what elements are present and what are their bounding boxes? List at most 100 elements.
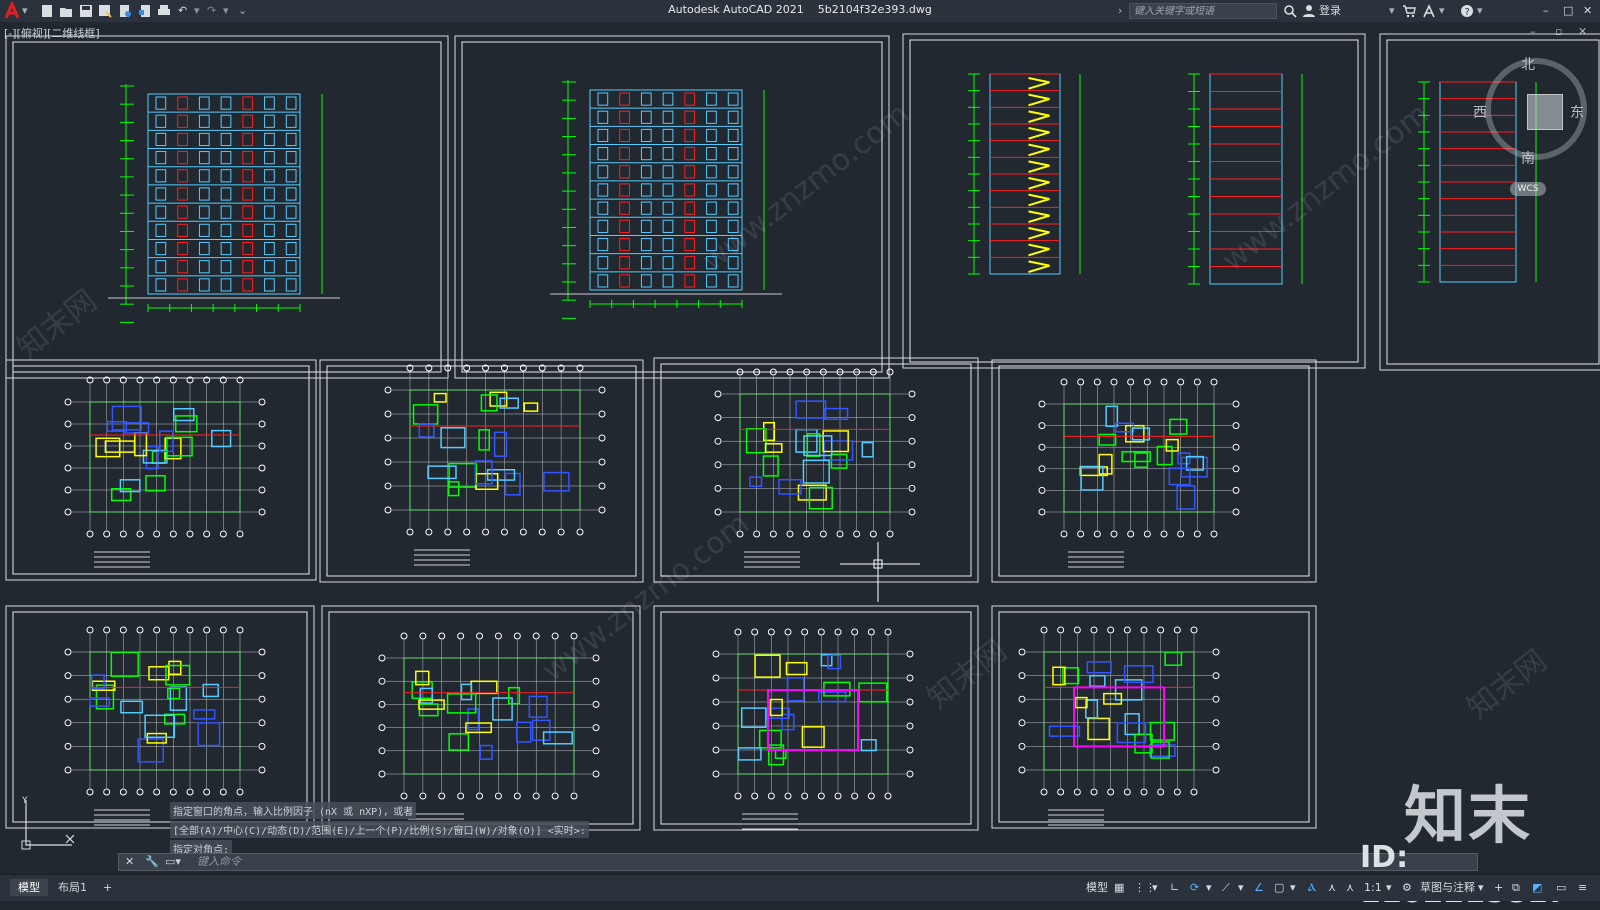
viewport-control[interactable]: [-][俯视][二维线框]	[4, 25, 100, 41]
customize-toolbar-icon[interactable]: ⌄	[238, 3, 247, 19]
annotation-visibility-icon[interactable]: Ⲁ	[1308, 880, 1316, 896]
drawing-canvas[interactable]	[0, 22, 1600, 854]
tab-model[interactable]: 模型	[10, 879, 48, 896]
save-web-icon[interactable]	[138, 4, 152, 18]
workspace-dropdown-icon[interactable]: ▾	[1478, 880, 1484, 896]
autocad-logo-icon[interactable]	[3, 0, 21, 19]
plan-outline	[89, 651, 241, 771]
minimize-icon[interactable]: –	[1543, 3, 1549, 19]
object-snap-tracking-icon[interactable]: ∠	[1254, 880, 1264, 896]
viewport-minimize-icon[interactable]: –	[1530, 24, 1536, 40]
window	[619, 110, 630, 124]
search-input[interactable]: 键入关键字或短语	[1129, 3, 1277, 19]
sheet-border	[319, 359, 644, 583]
axis-bubble	[1110, 530, 1118, 538]
add-layout-button[interactable]: +	[95, 879, 120, 896]
viewport-close-icon[interactable]: ✕	[1578, 24, 1587, 40]
menu-dropdown-icon[interactable]: ▾	[22, 3, 28, 19]
polar-tracking-icon[interactable]: ⟳	[1190, 880, 1199, 896]
room-wall	[515, 721, 532, 743]
window	[264, 169, 275, 183]
annotation-scale-value[interactable]: 1:1	[1364, 880, 1382, 896]
axis-bubble	[712, 770, 720, 778]
workspace-icon[interactable]: ⚙	[1402, 880, 1412, 896]
object-snap-icon[interactable]: ▢	[1274, 880, 1284, 896]
axis-bubble	[867, 792, 875, 800]
scale-dropdown-icon[interactable]: ▾	[1386, 880, 1392, 896]
grid-icon[interactable]: ▦	[1114, 880, 1124, 896]
recent-commands-icon[interactable]: ▭▾	[165, 854, 181, 870]
clean-screen-icon[interactable]: ▭	[1556, 880, 1566, 896]
tab-layout1[interactable]: 布局1	[50, 879, 95, 896]
axis-bubble	[169, 626, 177, 634]
sheet-border	[5, 35, 449, 379]
redo-dropdown-icon[interactable]: ▾	[223, 3, 229, 19]
redo-icon[interactable]: ↷	[207, 3, 216, 19]
save-icon[interactable]	[79, 4, 93, 18]
axis-bubble	[867, 628, 875, 636]
autodesk-account-icon[interactable]	[1422, 4, 1436, 18]
hardware-acceleration-icon[interactable]: ◩	[1532, 880, 1542, 896]
axis-bubble	[753, 530, 761, 538]
viewcube-north[interactable]: 北	[1521, 54, 1535, 74]
viewcube-south[interactable]: 南	[1521, 148, 1535, 168]
axis-bubble	[908, 437, 916, 445]
wcs-menu[interactable]: WCS	[1510, 182, 1546, 196]
search-expand-icon[interactable]: ›	[1118, 3, 1122, 19]
close-icon[interactable]: ✕	[1583, 3, 1592, 19]
room-wall	[197, 722, 221, 747]
command-input[interactable]: 键入命令	[197, 854, 241, 870]
room-wall	[211, 429, 232, 448]
sheet-border	[5, 359, 317, 581]
window	[662, 219, 674, 233]
plot-icon[interactable]	[157, 4, 171, 18]
help-dropdown-icon[interactable]: ▾	[1477, 3, 1483, 19]
undo-dropdown-icon[interactable]: ▾	[194, 3, 200, 19]
isodraft-icon[interactable]: ⟋	[1222, 880, 1230, 896]
isolate-objects-icon[interactable]: ⧉	[1512, 880, 1520, 896]
isodraft-dropdown-icon[interactable]: ▾	[1238, 880, 1244, 896]
window	[597, 256, 609, 270]
model-space-button[interactable]: 模型	[1086, 880, 1108, 896]
axis-bubble	[1123, 788, 1131, 796]
viewcube-east[interactable]: 东	[1570, 102, 1584, 122]
auto-scale-icon[interactable]: ⋏	[1328, 880, 1336, 896]
viewport-restore-icon[interactable]: ▫	[1555, 24, 1562, 40]
workspace-switch[interactable]: 草图与注释	[1420, 880, 1475, 896]
annotation-scale-icon[interactable]: ⋏	[1346, 880, 1354, 896]
new-file-icon[interactable]	[40, 4, 54, 18]
snap-dropdown-icon[interactable]: ▾	[1152, 880, 1158, 896]
window	[619, 237, 630, 252]
customization-menu-icon[interactable]: ≡	[1578, 880, 1587, 896]
axis-bubble	[258, 648, 266, 656]
login-button[interactable]: 登录	[1319, 3, 1341, 19]
search-icon[interactable]	[1283, 4, 1297, 18]
add-icon[interactable]: +	[1494, 880, 1503, 896]
axis-bubble	[551, 632, 559, 640]
command-customize-icon[interactable]: 🔧	[145, 854, 159, 870]
help-icon[interactable]: ?	[1460, 4, 1474, 18]
object-snap-dropdown-icon[interactable]: ▾	[1290, 880, 1296, 896]
command-close-icon[interactable]: ✕	[125, 854, 134, 870]
polar-dropdown-icon[interactable]: ▾	[1206, 880, 1212, 896]
window	[684, 274, 696, 288]
account-dropdown-icon[interactable]: ▾	[1439, 3, 1445, 19]
viewcube-west[interactable]: 西	[1473, 102, 1487, 122]
undo-icon[interactable]: ↶	[178, 3, 187, 19]
viewcube-top-face[interactable]	[1527, 94, 1563, 130]
login-dropdown-icon[interactable]: ▾	[1389, 3, 1395, 19]
window	[177, 278, 188, 292]
room-wall	[1116, 722, 1147, 744]
ortho-icon[interactable]: ∟	[1170, 880, 1179, 896]
user-icon[interactable]	[1302, 4, 1316, 18]
window	[619, 201, 630, 215]
axis-bubble	[906, 674, 914, 682]
axis-bubble	[457, 632, 465, 640]
open-web-icon[interactable]	[118, 4, 132, 18]
window	[198, 151, 210, 165]
window	[706, 128, 717, 143]
open-file-icon[interactable]	[59, 4, 73, 18]
save-as-icon[interactable]	[98, 4, 112, 18]
store-icon[interactable]	[1402, 4, 1416, 18]
maximize-icon[interactable]: □	[1563, 3, 1573, 19]
